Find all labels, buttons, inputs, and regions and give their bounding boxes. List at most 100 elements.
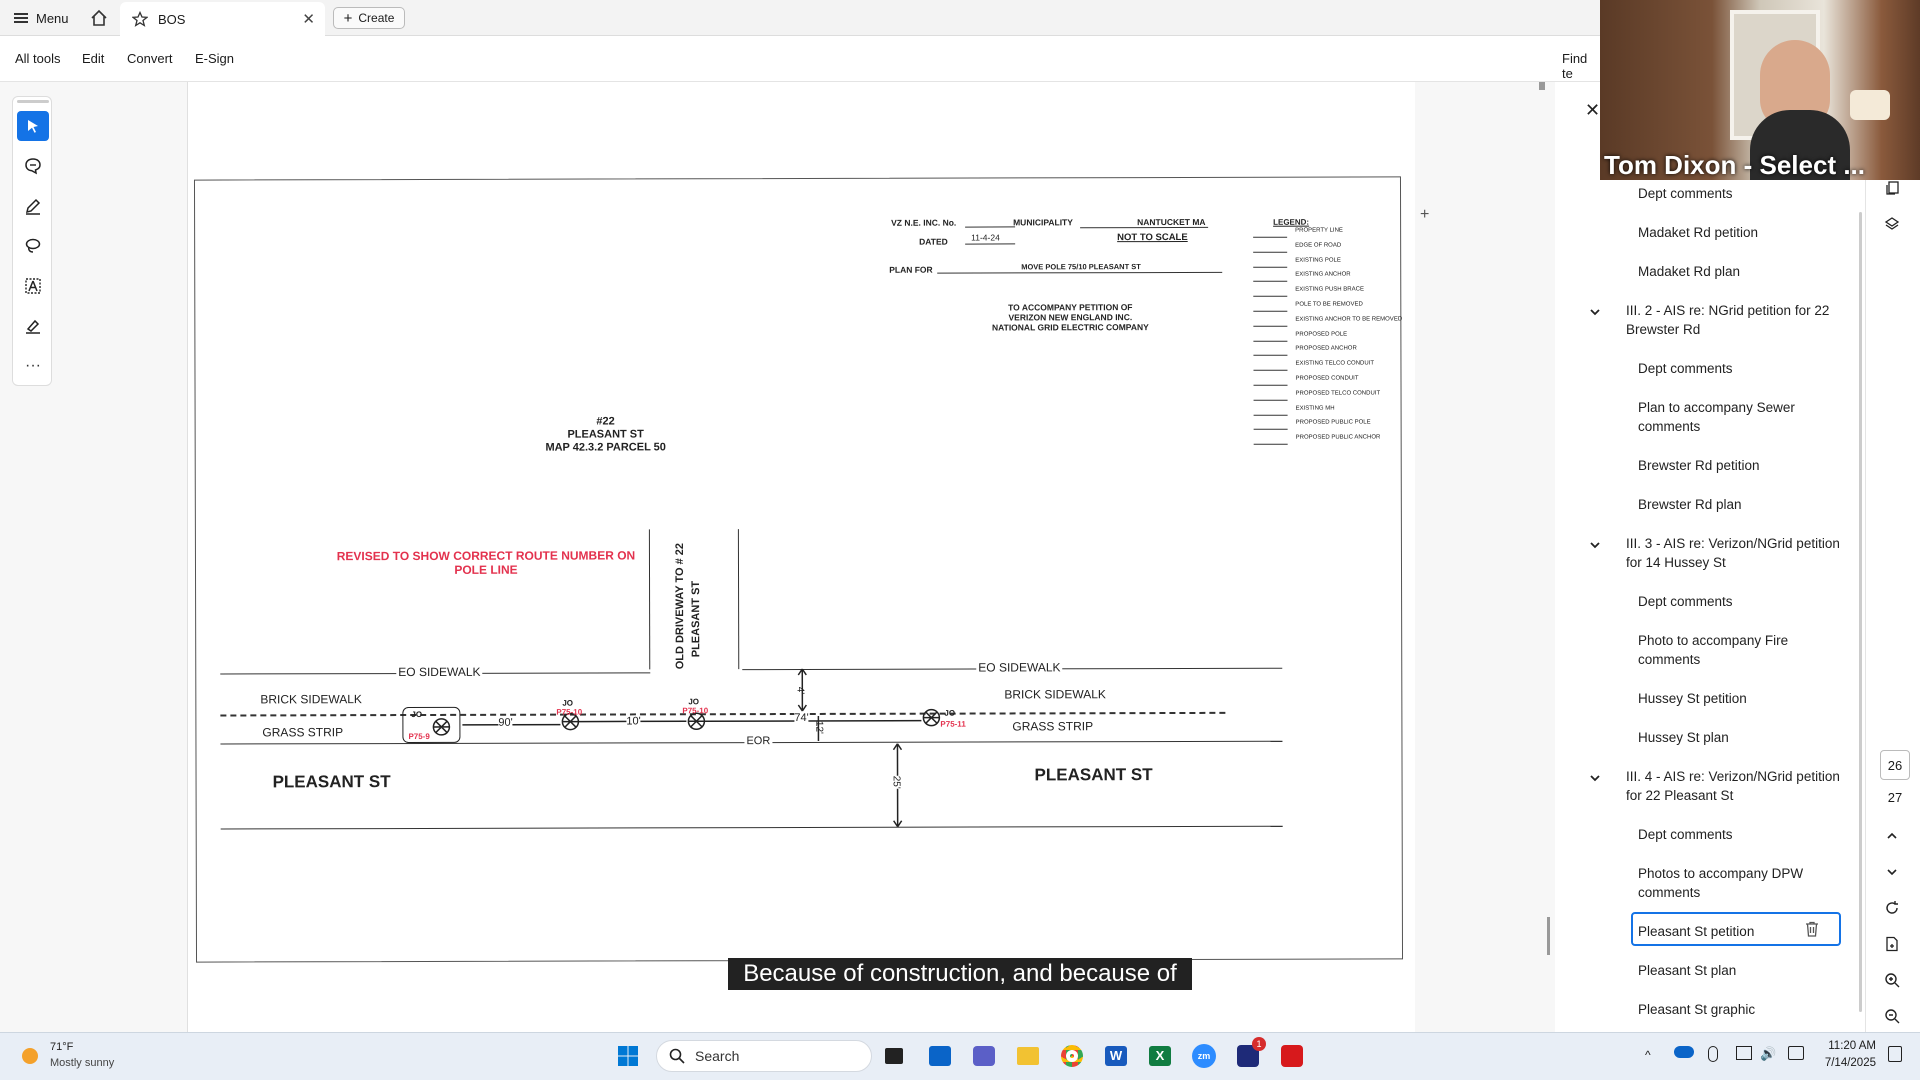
trash-icon[interactable] (1803, 920, 1821, 938)
attachment-item[interactable]: Hussey St plan (1638, 728, 1848, 747)
menu-edit[interactable]: Edit (82, 51, 104, 66)
legend-item: PROPERTY LINE (1295, 227, 1343, 234)
phone-app[interactable]: 1 (1232, 1037, 1266, 1072)
teams-icon (973, 1046, 995, 1066)
attachment-item[interactable]: Brewster Rd petition (1638, 456, 1848, 475)
battery-icon[interactable] (1788, 1046, 1804, 1060)
attachment-item[interactable]: Dept comments (1638, 825, 1848, 844)
attachment-item[interactable]: Brewster Rd plan (1638, 495, 1848, 514)
screen-icon[interactable] (1736, 1046, 1752, 1060)
attachment-item[interactable]: Photos to accompany DPW comments (1638, 864, 1848, 902)
refresh-icon[interactable] (1880, 896, 1904, 920)
dim-4: 4' (794, 686, 806, 695)
acrobat-app[interactable] (1276, 1040, 1308, 1072)
weather-temp: 71°F (50, 1041, 74, 1053)
weather-widget[interactable] (18, 1044, 42, 1068)
section-collapse-chevron-icon[interactable] (1588, 771, 1602, 785)
microphone-icon[interactable] (1708, 1046, 1718, 1062)
attachment-item[interactable]: Pleasant St plan (1638, 961, 1848, 980)
legend-item: PROPOSED CONDUIT (1295, 375, 1359, 382)
legend-item: EXISTING MH (1295, 405, 1335, 412)
section-collapse-chevron-icon[interactable] (1588, 538, 1602, 552)
attachment-item[interactable]: Dept comments (1638, 184, 1848, 203)
word-app[interactable]: W (1100, 1040, 1132, 1072)
page-down-icon[interactable] (1880, 860, 1904, 884)
highlight-tool[interactable] (17, 191, 49, 221)
zoom-app[interactable]: zm (1188, 1040, 1220, 1072)
excel-app[interactable]: X (1144, 1040, 1176, 1072)
attachment-item[interactable]: Hussey St petition (1638, 689, 1848, 708)
jo-label-3: JO (688, 697, 700, 707)
attachment-item[interactable]: Dept comments (1638, 359, 1848, 378)
create-button[interactable]: + Create (333, 7, 405, 29)
legend-symbol (1253, 303, 1288, 312)
find-text-field[interactable]: Find te (1562, 51, 1600, 81)
more-tools-icon[interactable]: ··· (17, 351, 49, 381)
attachment-item[interactable]: Pleasant St graphic (1638, 1000, 1848, 1019)
layers-icon[interactable] (1880, 212, 1904, 236)
legend-item: EXISTING ANCHOR TO BE REMOVED (1295, 316, 1403, 323)
legend-item: EXISTING ANCHOR (1295, 271, 1351, 279)
dim-25: 25' (890, 775, 902, 789)
teams-app[interactable] (968, 1040, 1000, 1072)
legend-item: POLE TO BE REMOVED (1295, 301, 1363, 308)
attachment-item[interactable]: Madaket Rd petition (1638, 223, 1848, 242)
legend-symbol (1253, 318, 1288, 327)
tray-overflow-icon[interactable]: ^ (1645, 1048, 1651, 1062)
draw-tool[interactable] (17, 231, 49, 261)
zoom-in-icon[interactable] (1880, 968, 1904, 992)
taskbar (0, 1032, 1920, 1080)
attachment-item[interactable]: Photo to accompany Fire comments (1638, 631, 1848, 669)
text-tool[interactable] (17, 271, 49, 301)
legend-symbol (1253, 259, 1288, 268)
menu-convert[interactable]: Convert (127, 51, 173, 66)
notification-badge: 1 (1252, 1037, 1266, 1051)
speaker-icon[interactable]: 🔊 (1760, 1046, 1776, 1062)
clock-time[interactable]: 11:20 AM (1812, 1040, 1876, 1052)
comment-tool[interactable] (17, 151, 49, 181)
file-explorer-app[interactable] (1012, 1040, 1044, 1072)
folder-icon (1017, 1047, 1039, 1065)
zoom-out-icon[interactable] (1880, 1004, 1904, 1028)
taskbar-search[interactable]: Search (656, 1040, 872, 1072)
section-header[interactable]: III. 3 - AIS re: Verizon/NGrid petition … (1626, 534, 1851, 572)
legend-item: PROPOSED PUBLIC ANCHOR (1295, 434, 1381, 441)
attachment-item[interactable]: Dept comments (1638, 592, 1848, 611)
outlook-app[interactable] (924, 1040, 956, 1072)
current-page-input[interactable]: 26 (1880, 750, 1910, 780)
pole-label-1: P75-9 (408, 731, 430, 742)
legend-item: PROPOSED ANCHOR (1295, 345, 1357, 353)
panel-scrollbar[interactable] (1859, 212, 1862, 1012)
clock-date[interactable]: 7/14/2025 (1812, 1057, 1876, 1069)
menu-button[interactable]: Menu (8, 6, 75, 30)
menu-all-tools[interactable]: All tools (15, 51, 61, 66)
legend-item: PROPOSED PUBLIC POLE (1295, 419, 1371, 427)
start-button[interactable] (612, 1040, 644, 1072)
star-icon[interactable] (132, 11, 148, 27)
save-file-icon[interactable] (1880, 932, 1904, 956)
section-collapse-chevron-icon[interactable] (1588, 305, 1602, 319)
notifications-icon[interactable] (1888, 1046, 1902, 1062)
attachment-item[interactable]: Plan to accompany Sewer comments (1638, 398, 1848, 436)
menu-esign[interactable]: E-Sign (195, 51, 234, 66)
excel-icon: X (1149, 1046, 1171, 1066)
page-up-icon[interactable] (1880, 824, 1904, 848)
attachment-item[interactable]: Madaket Rd plan (1638, 262, 1848, 281)
select-tool[interactable] (17, 111, 49, 141)
onedrive-icon[interactable] (1674, 1046, 1694, 1058)
home-icon (91, 9, 107, 26)
close-tab-icon[interactable]: ✕ (302, 10, 315, 28)
windows-icon (618, 1046, 638, 1066)
chrome-icon (1061, 1045, 1083, 1067)
document-tab[interactable]: BOS ✕ (120, 2, 325, 36)
legend-item: EXISTING PUSH BRACE (1295, 286, 1364, 293)
legend-symbol (1253, 229, 1288, 238)
pole-label-2: P75-10 (556, 707, 583, 717)
panel-close-icon[interactable]: ✕ (1585, 100, 1600, 121)
section-header[interactable]: III. 2 - AIS re: NGrid petition for 22 B… (1626, 301, 1851, 339)
home-button[interactable] (86, 6, 112, 30)
sign-tool[interactable] (17, 311, 49, 341)
section-header[interactable]: III. 4 - AIS re: Verizon/NGrid petition … (1626, 767, 1851, 805)
task-view-button[interactable] (878, 1040, 910, 1072)
chrome-app[interactable] (1056, 1040, 1088, 1072)
